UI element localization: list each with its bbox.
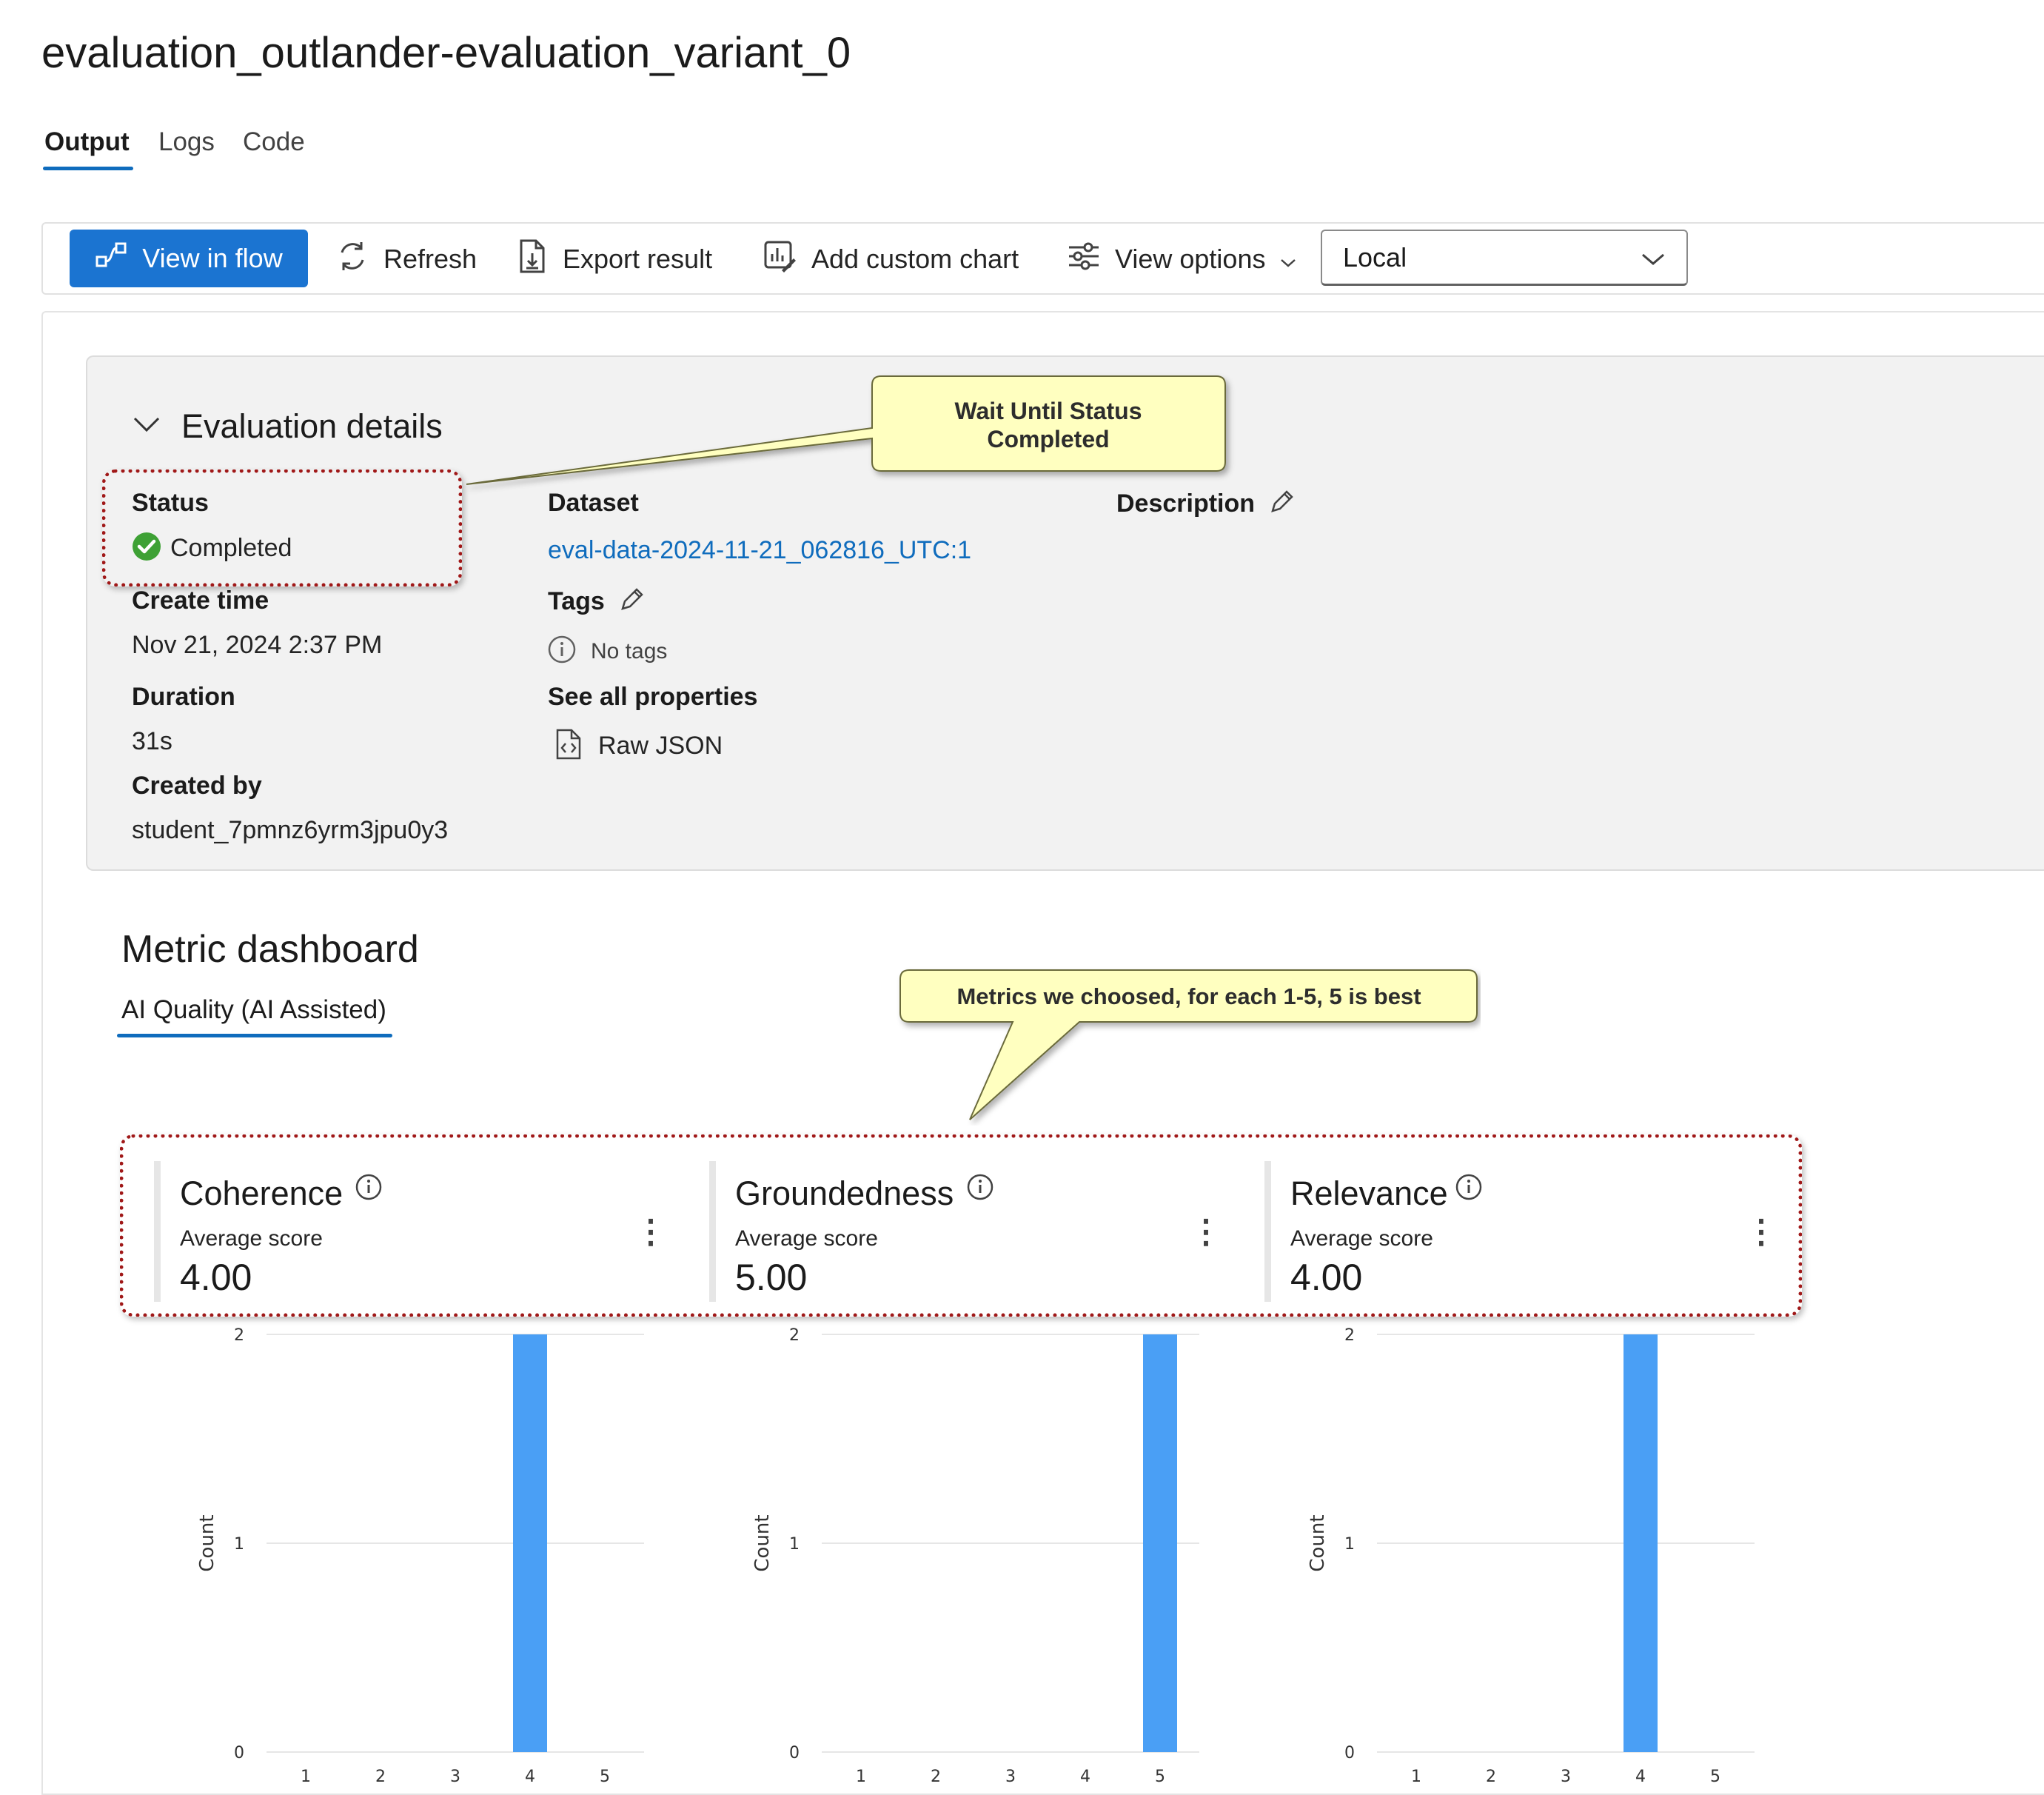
toolbar: View in flow Refresh Export result Add c… [41,222,2044,295]
x-tick-label: 4 [1635,1768,1646,1786]
refresh-icon [336,239,369,280]
relevance-histogram: 0 1 2 Count 1 2 3 4 5 [1307,1326,1755,1786]
status-callout-line2: Completed [987,426,1110,452]
chart-edit-icon [763,239,797,280]
chevron-down-icon [1280,244,1296,275]
x-tick-label: 3 [450,1768,460,1786]
add-custom-chart-button[interactable]: Add custom chart [763,240,1019,278]
edit-tags-pencil-icon[interactable] [618,586,645,617]
view-in-flow-label: View in flow [142,243,283,273]
refresh-button[interactable]: Refresh [336,240,477,278]
metric-dashboard-heading: Metric dashboard [121,928,419,971]
x-tick-label: 2 [1486,1768,1496,1786]
y-tick-label: 0 [789,1744,800,1762]
x-tick-label: 3 [1561,1768,1571,1786]
x-tick-label: 5 [1710,1768,1720,1786]
y-tick-label: 0 [1344,1744,1355,1762]
status-callout-line1: Wait Until Status [954,398,1142,424]
chevron-down-icon [1641,242,1666,273]
no-tags-text: No tags [591,638,668,663]
bar-5 [1143,1334,1177,1752]
dataset-link[interactable]: eval-data-2024-11-21_062816_UTC:1 [548,536,971,565]
y-axis-label: Count [1307,1514,1329,1571]
groundedness-histogram: 0 1 2 Count 1 2 3 4 5 [751,1326,1199,1786]
view-options-label: View options [1115,244,1266,274]
collapse-chevron-icon[interactable] [132,415,161,438]
status-annotation-box [102,469,462,586]
x-tick-label: 1 [856,1768,866,1786]
y-tick-label: 2 [789,1326,800,1345]
tab-output[interactable]: Output [44,127,130,157]
created-by-label: Created by [132,772,262,800]
page-title: evaluation_outlander-evaluation_variant_… [41,29,851,77]
export-document-icon [518,238,548,281]
x-tick-label: 4 [1080,1768,1090,1786]
view-options-button[interactable]: View options [1068,240,1296,278]
info-icon [548,635,576,667]
add-custom-chart-label: Add custom chart [811,244,1019,274]
y-tick-label: 2 [234,1326,244,1345]
flow-icon [95,241,127,277]
duration-value: 31s [132,727,172,755]
tags-label: Tags [548,587,605,615]
created-by-value: student_7pmnz6yrm3jpu0y3 [132,816,449,844]
y-axis-label: Count [196,1514,218,1571]
code-document-icon [555,729,582,763]
y-tick-label: 1 [234,1535,244,1554]
refresh-label: Refresh [383,244,478,274]
x-tick-label: 1 [1411,1768,1421,1786]
tags-row: Tags [548,586,645,617]
subtab-underline [117,1034,392,1037]
raw-json-label: Raw JSON [598,732,723,760]
bar-4 [513,1334,547,1752]
environment-select[interactable]: Local [1321,230,1688,286]
y-tick-label: 2 [1344,1326,1355,1345]
view-in-flow-button[interactable]: View in flow [70,230,308,287]
no-tags-row: No tags [548,635,667,667]
metrics-callout-text: Metrics we choosed, for each 1-5, 5 is b… [956,983,1421,1009]
export-result-label: Export result [563,244,713,274]
y-axis-label: Count [751,1514,774,1571]
x-tick-label: 2 [931,1768,941,1786]
x-tick-label: 4 [525,1768,535,1786]
coherence-histogram: 0 1 2 Count 1 2 3 4 5 [196,1326,644,1786]
create-time-label: Create time [132,586,269,615]
export-result-button[interactable]: Export result [518,238,713,281]
tab-ai-quality[interactable]: AI Quality (AI Assisted) [121,995,386,1025]
active-tab-indicator [43,167,133,170]
see-all-properties-label: See all properties [548,683,758,711]
sliders-icon [1068,241,1100,278]
environment-select-value: Local [1343,241,1407,273]
raw-json-link[interactable]: Raw JSON [555,729,723,763]
y-tick-label: 0 [234,1744,244,1762]
x-tick-label: 3 [1005,1768,1016,1786]
y-tick-label: 1 [789,1535,800,1554]
tab-logs[interactable]: Logs [158,127,215,157]
x-tick-label: 2 [375,1768,386,1786]
create-time-value: Nov 21, 2024 2:37 PM [132,631,383,659]
x-tick-label: 1 [301,1768,311,1786]
status-callout-text: Wait Until Status Completed [872,397,1224,453]
edit-description-pencil-icon[interactable] [1268,489,1295,519]
x-tick-label: 5 [1155,1768,1165,1786]
tab-code[interactable]: Code [243,127,305,157]
duration-label: Duration [132,683,235,711]
y-tick-label: 1 [1344,1535,1355,1554]
bar-4 [1624,1334,1658,1752]
evaluation-details-heading: Evaluation details [181,407,443,445]
metrics-annotation-box [120,1134,1802,1317]
x-tick-label: 5 [600,1768,610,1786]
